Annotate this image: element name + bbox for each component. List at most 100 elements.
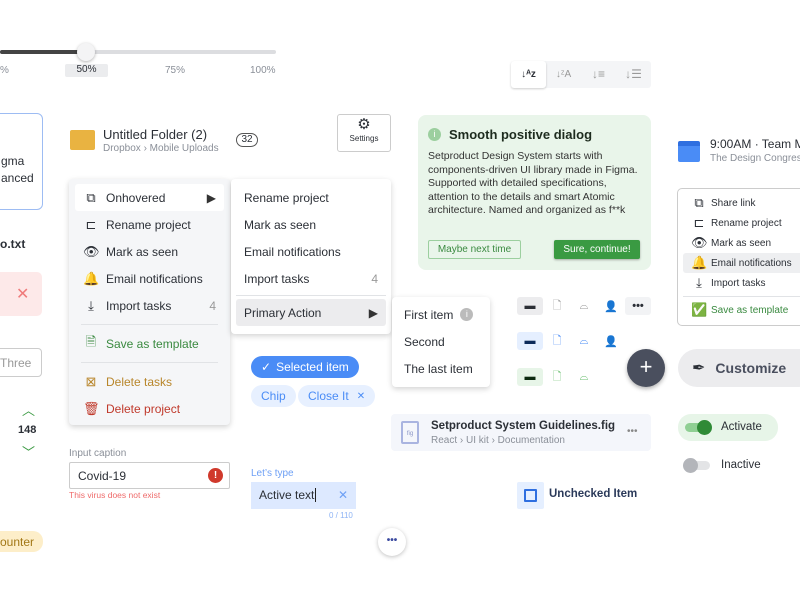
card-fragment[interactable]: gma anced [0, 113, 43, 210]
submenu-item[interactable]: The last item [396, 355, 486, 382]
submenu-item[interactable]: Second [396, 328, 486, 355]
file-name-fragment: o.txt [0, 237, 26, 251]
decrement-icon[interactable]: ﹀ [22, 442, 35, 461]
checkbox[interactable] [517, 482, 544, 509]
menu-item-save-template[interactable]: 🗎 Save as template [75, 330, 224, 357]
close-icon[interactable]: ✕ [357, 391, 365, 402]
submenu-2: First item i Second The last item [392, 297, 490, 387]
eye-icon: 👁 [691, 235, 708, 250]
menu-label: Save as template [711, 304, 789, 316]
menu-label: Email notifications [711, 257, 792, 269]
slider-thumb[interactable] [77, 43, 95, 61]
slider[interactable] [0, 50, 276, 54]
menu-item-onhovered[interactable]: ⧉ Onhovered ▶ [75, 184, 224, 211]
folder-count-badge: 32 [236, 133, 258, 147]
menu-label: Primary Action [244, 305, 322, 320]
submenu-item[interactable]: First item i [396, 301, 486, 328]
submenu-item[interactable]: Import tasks 4 [236, 265, 386, 292]
menu-item-share[interactable]: ⧉ Share link [683, 193, 800, 213]
settings-button[interactable]: ⚙ Settings [337, 114, 391, 152]
menu-item-mark-seen[interactable]: 👁 Mark as seen [75, 238, 224, 265]
check-circle-icon: ✅ [691, 302, 708, 317]
inbox-icon[interactable]: ⌓ [571, 368, 597, 386]
file-icon[interactable]: 🗋 [544, 297, 570, 315]
folder-icon[interactable]: ▬ [517, 332, 543, 350]
calendar-icon [678, 141, 700, 162]
divider [236, 295, 386, 296]
more-icon[interactable]: ••• [627, 426, 638, 437]
sort-z-a-icon[interactable]: ↓ᶻA [546, 61, 581, 88]
error-icon: ! [208, 468, 223, 483]
slider-tick: 100% [250, 65, 276, 76]
toggle-switch-on[interactable] [685, 420, 712, 435]
customize-button[interactable]: ✒ Customize [678, 349, 800, 387]
submenu-item-primary-action[interactable]: Primary Action ▶ [236, 299, 386, 326]
folder-icon[interactable]: ▬ [517, 297, 543, 315]
icon-button-row: ▬ 🗋 ⌓ [517, 368, 597, 386]
file-icon[interactable]: 🗋 [544, 368, 570, 386]
menu-label: Delete tasks [106, 374, 173, 389]
menu-item-rename[interactable]: ⊏ Rename project [75, 211, 224, 238]
increment-icon[interactable]: ︿ [22, 400, 35, 419]
slider-tick: 75% [165, 65, 186, 76]
active-text-input[interactable]: Active text ✕ [251, 482, 356, 509]
input-error-text: This virus does not exist [69, 490, 161, 500]
checkbox-box [524, 489, 537, 502]
submenu: Rename project Mark as seen Email notifi… [231, 179, 391, 334]
folder-icon[interactable]: ▬ [517, 368, 543, 386]
chip-label: Chip [261, 389, 286, 403]
submenu-item[interactable]: Rename project [236, 184, 386, 211]
settings-label: Settings [349, 134, 379, 143]
covid-input[interactable]: Covid-19 ! [69, 462, 230, 489]
more-icon[interactable]: ••• [625, 297, 651, 315]
more-button[interactable]: ••• [378, 528, 406, 556]
info-icon: i [460, 308, 474, 321]
selected-chip[interactable]: ✓ Selected item [251, 356, 359, 378]
icon-button-row: ▬ 🗋 ⌓ 👤 [517, 332, 624, 350]
menu-item-import[interactable]: ⤓ Import tasks 4 [75, 292, 224, 319]
menu-item-save-template[interactable]: ✅ Save as template [683, 300, 800, 320]
file-icon[interactable]: 🗋 [544, 332, 570, 350]
toggle-switch-off[interactable] [683, 458, 710, 473]
submenu-item[interactable]: Email notifications [236, 238, 386, 265]
input-fragment[interactable]: Three [0, 348, 42, 377]
sort-ascending-icon[interactable]: ↓≡ [581, 61, 616, 88]
add-fab[interactable]: + [627, 349, 665, 387]
file-row[interactable]: fig Setproduct System Guidelines.fig Rea… [391, 414, 651, 451]
clear-icon[interactable]: ✕ [338, 488, 348, 502]
file-path: React › UI kit › Documentation [431, 435, 565, 446]
maybe-next-time-button[interactable]: Maybe next time [428, 240, 521, 259]
close-icon[interactable]: ✕ [16, 284, 29, 304]
submenu-item[interactable]: Mark as seen [236, 211, 386, 238]
customize-label: Customize [715, 360, 787, 376]
menu-item-email[interactable]: 🔔 Email notifications [75, 265, 224, 292]
sort-descending-icon[interactable]: ↓☰ [616, 61, 651, 88]
user-icon[interactable]: 👤 [598, 297, 624, 315]
menu-item-delete-tasks[interactable]: ⊠ Delete tasks [75, 368, 224, 395]
inbox-icon[interactable]: ⌓ [571, 332, 597, 350]
error-box-fragment: ✕ [0, 272, 42, 316]
chevron-right-icon: ▶ [206, 190, 216, 205]
menu-item-rename[interactable]: ⊏ Rename project [683, 213, 800, 233]
continue-button[interactable]: Sure, continue! [554, 240, 640, 259]
external-link-icon: ⧉ [86, 189, 96, 205]
menu-item-email[interactable]: 🔔 Email notifications [683, 253, 800, 273]
char-counter: 0 / 110 [329, 511, 353, 520]
menu-item-delete-project[interactable]: 🗑 Delete project [75, 395, 224, 422]
sort-a-z-icon[interactable]: ↓ᴬz [511, 61, 546, 88]
toggle-activate[interactable]: Activate [678, 414, 778, 441]
bell-icon: 🔔 [83, 270, 100, 286]
inbox-icon[interactable]: ⌓ [571, 297, 597, 315]
menu-item-import[interactable]: ⤓ Import tasks [683, 273, 800, 293]
dialog-title: Smooth positive dialog [449, 127, 593, 142]
closable-chip[interactable]: Close It ✕ [298, 385, 376, 407]
folder-title[interactable]: Untitled Folder (2) [103, 127, 207, 142]
folder-path: Dropbox › Mobile Uploads [103, 143, 219, 154]
chip-label: Selected item [276, 360, 349, 374]
bell-icon: 🔔 [691, 255, 708, 270]
user-icon[interactable]: 👤 [598, 332, 624, 350]
menu-label: Mark as seen [711, 237, 772, 249]
menu-item-mark-seen[interactable]: 👁 Mark as seen [683, 233, 800, 253]
chip[interactable]: Chip [251, 385, 296, 407]
event-title: 9:00AM · Team M [710, 137, 800, 151]
